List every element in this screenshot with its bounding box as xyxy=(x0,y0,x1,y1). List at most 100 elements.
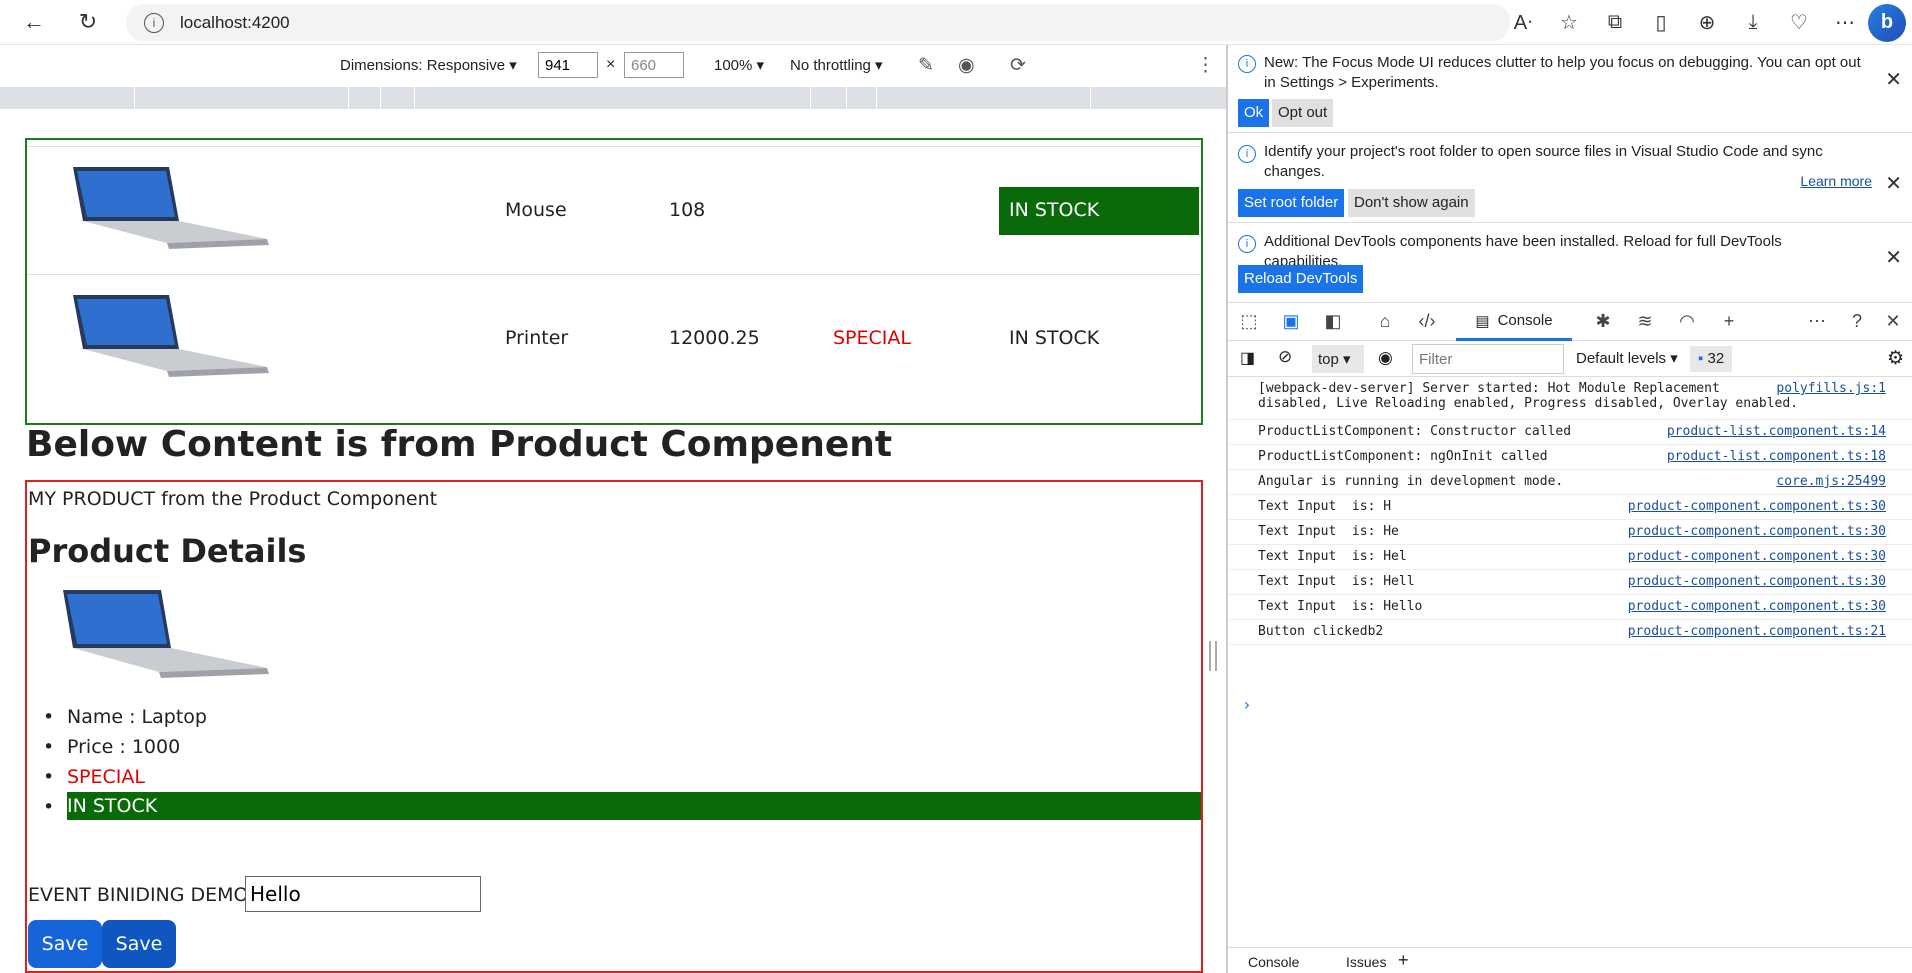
extensions-icon[interactable]: ⧉ xyxy=(1592,11,1638,34)
tab-console[interactable]: ▤ Console xyxy=(1456,303,1572,341)
log-source-link[interactable]: polyfills.js:1 xyxy=(1776,381,1886,396)
info-icon[interactable]: i xyxy=(144,12,164,33)
list-item: IN STOCK xyxy=(27,792,1201,822)
color-picker-icon[interactable]: ✎ xyxy=(918,54,934,77)
favorite-star-icon[interactable]: ☆ xyxy=(1546,10,1592,35)
log-source-link[interactable]: product-component.component.ts:30 xyxy=(1628,499,1886,514)
url-text: localhost:4200 xyxy=(180,12,290,32)
live-expression-eye-icon[interactable]: ◉ xyxy=(1378,348,1393,368)
devtools-tabbar: ⬚ ▣ ◧ ⌂ ‹/› ▤ Console ✱ ≋ ◠ + ⋯ ? ✕ xyxy=(1228,303,1912,341)
log-levels-dropdown[interactable]: Default levels ▾ xyxy=(1576,349,1678,367)
log-entry: Angular is running in development mode. c… xyxy=(1228,470,1912,495)
clear-console-icon[interactable]: ⊘ xyxy=(1278,347,1292,367)
product-details-list: Name : Laptop Price : 1000 SPECIAL IN ST… xyxy=(27,702,1201,822)
viewport-width-input[interactable] xyxy=(538,52,598,78)
console-prompt-chevron-icon[interactable]: › xyxy=(1242,695,1252,714)
log-source-link[interactable]: product-component.component.ts:30 xyxy=(1628,574,1886,589)
log-source-link[interactable]: product-component.component.ts:30 xyxy=(1628,549,1886,564)
device-toggle-icon[interactable]: ▣ xyxy=(1270,311,1312,332)
collections-icon[interactable]: ⊕ xyxy=(1684,10,1730,35)
dont-show-again-button[interactable]: Don't show again xyxy=(1348,189,1475,217)
detail-stock: IN STOCK xyxy=(67,792,1201,820)
product-price: 108 xyxy=(669,199,706,221)
viewport-height-input[interactable] xyxy=(624,52,684,78)
more-menu-icon[interactable]: ⋯ xyxy=(1822,10,1868,35)
drawer-tab-issues[interactable]: Issues xyxy=(1346,954,1386,970)
performance-icon[interactable]: ◠ xyxy=(1666,311,1708,332)
product-component-box: MY PRODUCT from the Product Component Pr… xyxy=(25,480,1203,973)
network-wifi-icon[interactable]: ≋ xyxy=(1624,311,1666,332)
sources-bug-icon[interactable]: ✱ xyxy=(1582,311,1624,332)
close-icon[interactable]: ✕ xyxy=(1885,245,1902,270)
reload-devtools-button[interactable]: Reload DevTools xyxy=(1238,265,1364,293)
log-message: Text Input is: Hel xyxy=(1258,549,1407,564)
log-message: [webpack-dev-server] Server started: Hot… xyxy=(1258,381,1799,411)
log-source-link[interactable]: product-component.component.ts:30 xyxy=(1628,524,1886,539)
log-source-link[interactable]: product-list.component.ts:14 xyxy=(1667,424,1886,439)
media-query-ruler[interactable] xyxy=(0,87,1226,109)
zoom-dropdown[interactable]: 100% ▾ xyxy=(714,56,764,74)
log-source-link[interactable]: product-list.component.ts:18 xyxy=(1667,449,1886,464)
log-entry: [webpack-dev-server] Server started: Hot… xyxy=(1228,377,1912,420)
downloads-icon[interactable]: ⤓ xyxy=(1730,11,1776,34)
save-button-2[interactable]: Save xyxy=(102,920,176,968)
drawer-tab-console[interactable]: Console xyxy=(1248,954,1299,970)
message-count-badge[interactable]: ▪ 32 xyxy=(1690,346,1733,372)
eye-icon[interactable]: ◉ xyxy=(958,54,975,77)
browser-essentials-icon[interactable]: ♡ xyxy=(1776,10,1822,35)
rotate-icon[interactable]: ⟳ xyxy=(1010,54,1026,77)
log-source-link[interactable]: product-component.component.ts:21 xyxy=(1628,624,1886,639)
console-tab-label: Console xyxy=(1497,312,1553,329)
back-arrow-icon[interactable]: ← xyxy=(16,4,52,40)
filter-input[interactable] xyxy=(1412,344,1564,374)
log-source-link[interactable]: product-component.component.ts:30 xyxy=(1628,599,1886,614)
resize-handle[interactable] xyxy=(1209,641,1217,671)
add-tab-icon[interactable]: + xyxy=(1708,311,1750,332)
list-item: Name : Laptop xyxy=(27,702,1201,732)
log-message: ProductListComponent: ngOnInit called xyxy=(1258,449,1548,464)
save-button[interactable]: Save xyxy=(28,920,102,968)
elements-tab-icon[interactable]: ‹/› xyxy=(1406,311,1448,332)
set-root-folder-button[interactable]: Set root folder xyxy=(1238,189,1345,217)
split-screen-icon[interactable]: ▯ xyxy=(1638,10,1684,35)
more-tools-icon[interactable]: ⋯ xyxy=(1796,311,1838,332)
log-message: Text Input is: Hell xyxy=(1258,574,1415,589)
log-entry: Text Input is: H product-component.compon… xyxy=(1228,495,1912,520)
log-entry: Text Input is: Hell product-component.com… xyxy=(1228,570,1912,595)
learn-more-link[interactable]: Learn more xyxy=(1800,173,1872,189)
bing-copilot-icon[interactable]: b xyxy=(1868,3,1906,42)
context-dropdown[interactable]: top ▾ xyxy=(1312,345,1364,373)
detail-special: SPECIAL xyxy=(67,766,145,788)
dimensions-dropdown[interactable]: Dimensions: Responsive ▾ xyxy=(340,56,517,74)
read-aloud-icon[interactable]: Aᐧ xyxy=(1500,10,1546,35)
close-icon[interactable]: ✕ xyxy=(1885,171,1902,196)
dock-side-icon[interactable]: ◧ xyxy=(1312,311,1354,332)
root-folder-notice: i Identify your project's root folder to… xyxy=(1228,133,1912,223)
sidebar-toggle-icon[interactable]: ◨ xyxy=(1240,348,1255,368)
throttling-dropdown[interactable]: No throttling ▾ xyxy=(790,56,883,74)
console-settings-gear-icon[interactable]: ⚙ xyxy=(1887,347,1904,370)
drawer-add-tab-icon[interactable]: + xyxy=(1398,950,1409,971)
inspect-element-icon[interactable]: ⬚ xyxy=(1228,311,1270,332)
address-bar[interactable]: i localhost:4200 xyxy=(126,4,1510,41)
opt-out-button[interactable]: Opt out xyxy=(1272,99,1334,127)
close-icon[interactable]: ✕ xyxy=(1885,67,1902,92)
section-heading: Below Content is from Product Compenent xyxy=(26,424,893,465)
log-message: Text Input is: He xyxy=(1258,524,1399,539)
console-log: [webpack-dev-server] Server started: Hot… xyxy=(1228,377,1912,714)
log-entry: Button clickedb2 product-component.compon… xyxy=(1228,620,1912,645)
product-name: Printer xyxy=(505,327,569,349)
devtools-panel: i New: The Focus Mode UI reduces clutter… xyxy=(1228,45,1912,973)
stock-label: IN STOCK xyxy=(1009,327,1100,349)
log-message: Text Input is: Hello xyxy=(1258,599,1423,614)
info-icon: i xyxy=(1238,55,1256,73)
more-options-icon[interactable]: ⋮ xyxy=(1196,54,1215,77)
message-count: 32 xyxy=(1707,350,1725,367)
welcome-home-icon[interactable]: ⌂ xyxy=(1364,311,1406,332)
event-text-input[interactable] xyxy=(245,876,481,912)
log-source-link[interactable]: core.mjs:25499 xyxy=(1776,474,1886,489)
ok-button[interactable]: Ok xyxy=(1238,99,1270,127)
refresh-icon[interactable]: ↻ xyxy=(70,4,106,40)
close-devtools-icon[interactable]: ✕ xyxy=(1872,311,1912,332)
browser-actions: Aᐧ ☆ ⧉ ▯ ⊕ ⤓ ♡ ⋯ b xyxy=(1500,0,1912,45)
